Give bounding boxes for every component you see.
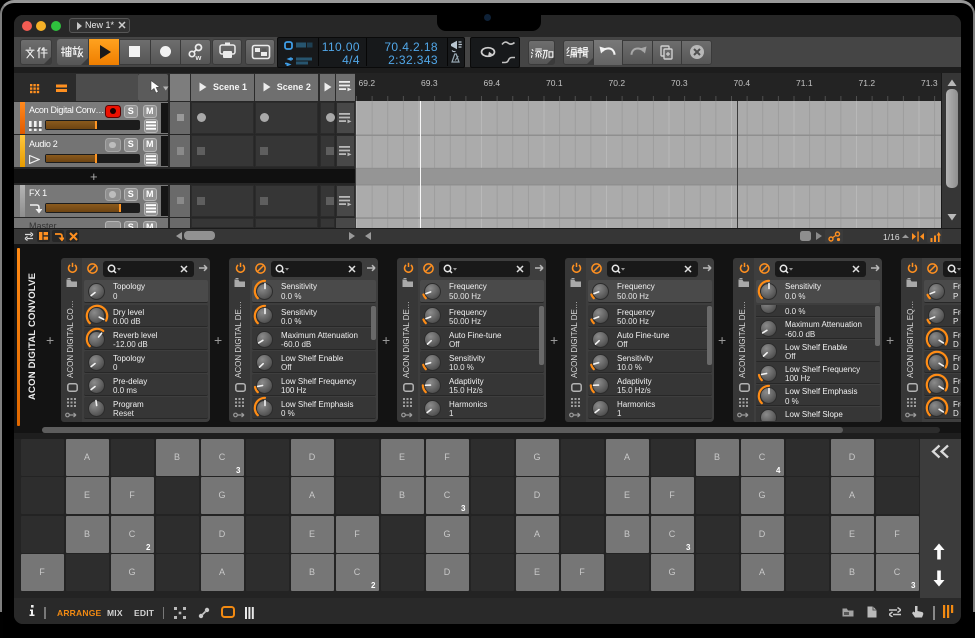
svg-text:w: w	[195, 53, 202, 62]
